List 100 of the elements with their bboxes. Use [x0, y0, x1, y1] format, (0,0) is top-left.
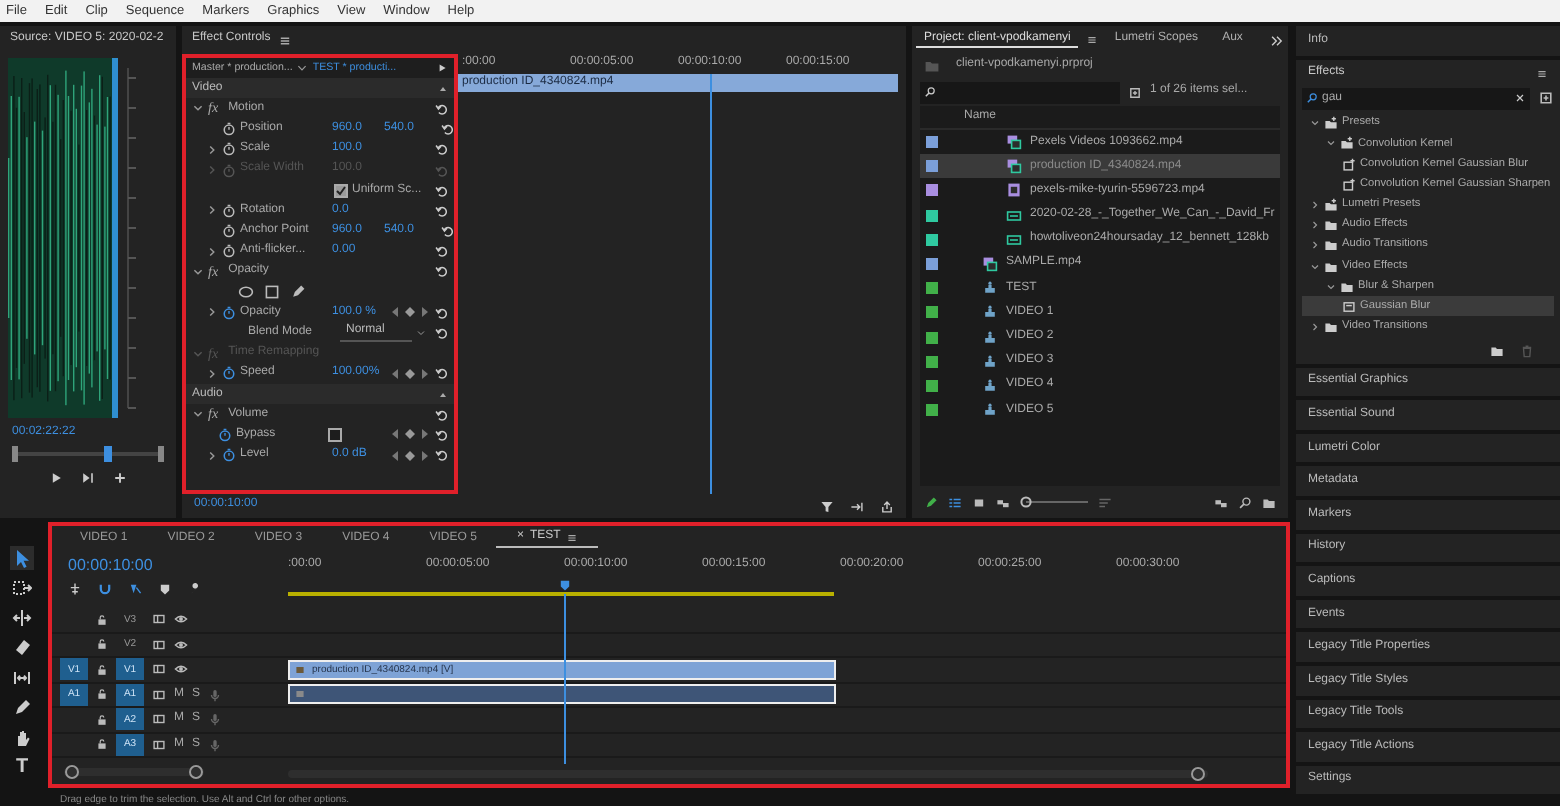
- chevron-icon[interactable]: [192, 102, 204, 115]
- track-select-tool[interactable]: [10, 576, 34, 600]
- stopwatch-icon[interactable]: [218, 427, 232, 442]
- selection-tool[interactable]: [10, 546, 34, 570]
- chevron-icon[interactable]: [1310, 199, 1320, 210]
- microphone-icon[interactable]: [208, 687, 223, 702]
- freeform-view-icon[interactable]: [996, 495, 1010, 509]
- sync-lock-icon[interactable]: [152, 712, 166, 727]
- stopwatch-icon[interactable]: [222, 224, 236, 239]
- lock-icon[interactable]: [96, 613, 108, 626]
- microphone-icon[interactable]: [208, 712, 223, 727]
- sync-lock-icon[interactable]: [152, 737, 166, 752]
- chevron-icon[interactable]: [1326, 281, 1336, 292]
- add-icon[interactable]: [112, 470, 128, 487]
- chevron-icon[interactable]: [206, 204, 218, 217]
- chevron-icon[interactable]: [1310, 322, 1320, 333]
- chevron-icon[interactable]: [1310, 261, 1320, 271]
- icon-view-icon[interactable]: [972, 495, 986, 509]
- menu-icon[interactable]: [566, 532, 579, 544]
- lock-icon[interactable]: [96, 638, 108, 651]
- new-bin-icon[interactable]: [1128, 85, 1142, 99]
- sync-lock-icon[interactable]: [152, 662, 166, 677]
- caret-icon[interactable]: [296, 62, 309, 75]
- keyframe-navigator-icon[interactable]: [390, 449, 430, 462]
- microphone-icon[interactable]: [208, 737, 223, 752]
- checkbox[interactable]: [334, 183, 348, 198]
- type-tool[interactable]: T: [10, 756, 34, 780]
- lock-icon[interactable]: [96, 713, 108, 726]
- new-bin-icon[interactable]: [1490, 343, 1504, 358]
- lock-icon[interactable]: [96, 663, 108, 676]
- play-icon[interactable]: [48, 470, 64, 487]
- ripple-tool[interactable]: [10, 606, 34, 630]
- eye-icon[interactable]: [174, 637, 188, 652]
- scroll-up-icon[interactable]: [438, 83, 448, 94]
- chevron-icon[interactable]: [206, 143, 218, 156]
- nest-icon[interactable]: [68, 581, 82, 595]
- keyframe-navigator-icon[interactable]: [390, 367, 430, 380]
- export-icon[interactable]: [880, 499, 894, 513]
- stopwatch-icon[interactable]: [222, 203, 236, 218]
- eye-icon[interactable]: [174, 612, 188, 627]
- scroll-up-icon[interactable]: [438, 389, 448, 400]
- chevron-icon[interactable]: [206, 449, 218, 462]
- new-preset-bin-icon[interactable]: [1538, 90, 1554, 107]
- checkbox[interactable]: [328, 427, 342, 442]
- ellipse-mask-icon[interactable]: [238, 284, 254, 301]
- chevron-icon[interactable]: [1310, 240, 1320, 251]
- play-icon[interactable]: [436, 62, 448, 75]
- menu-icon[interactable]: [1086, 34, 1099, 46]
- pen-mask-icon[interactable]: [290, 284, 306, 301]
- folder-icon: [1324, 320, 1338, 335]
- keyframe-navigator-icon[interactable]: [390, 428, 430, 441]
- caret-icon[interactable]: [416, 328, 426, 339]
- zoom-slider[interactable]: [1020, 496, 1088, 508]
- chevron-icon[interactable]: [206, 245, 218, 258]
- clear-search-icon[interactable]: [1514, 92, 1526, 105]
- chevron-icon[interactable]: [192, 265, 204, 278]
- stopwatch-icon[interactable]: [222, 448, 236, 463]
- scrub-bar[interactable]: [12, 446, 164, 463]
- snap-icon[interactable]: [98, 581, 112, 595]
- audio-clip[interactable]: [288, 684, 836, 705]
- header-scrollbar[interactable]: [64, 764, 204, 780]
- linked-selection-icon[interactable]: [128, 581, 142, 595]
- timecode[interactable]: 00:00:10:00: [52, 552, 288, 576]
- menu-icon[interactable]: [278, 33, 293, 47]
- keyframe-navigator-icon[interactable]: [390, 306, 430, 319]
- pen-tool[interactable]: [10, 696, 34, 720]
- step-forward-icon[interactable]: [80, 470, 96, 487]
- sync-lock-icon[interactable]: [152, 637, 166, 652]
- filter-icon[interactable]: [820, 499, 834, 513]
- list-view-icon[interactable]: [948, 495, 962, 509]
- sort-icon[interactable]: [1098, 495, 1112, 509]
- stopwatch-icon[interactable]: [222, 244, 236, 259]
- insert-icon[interactable]: [850, 499, 864, 513]
- chevron-icon[interactable]: [192, 408, 204, 421]
- more-panels-icon[interactable]: [1270, 33, 1284, 47]
- lock-icon[interactable]: [96, 738, 108, 751]
- razor-tool[interactable]: [10, 636, 34, 660]
- stopwatch-icon[interactable]: [222, 122, 236, 137]
- stopwatch-icon[interactable]: [222, 305, 236, 320]
- search-icon[interactable]: [1238, 495, 1252, 509]
- new-bin-icon[interactable]: [1262, 495, 1276, 509]
- chevron-icon[interactable]: [206, 306, 218, 319]
- chevron-icon[interactable]: [1326, 138, 1336, 149]
- slip-tool[interactable]: [10, 666, 34, 690]
- chevron-icon[interactable]: [206, 367, 218, 380]
- chevron-icon[interactable]: [1310, 118, 1320, 129]
- pencil-icon[interactable]: [924, 495, 938, 509]
- sequence-icon: [982, 402, 998, 419]
- sync-lock-icon[interactable]: [152, 612, 166, 627]
- chevron-icon[interactable]: [1310, 220, 1320, 231]
- stopwatch-icon[interactable]: [222, 142, 236, 157]
- lock-icon[interactable]: [96, 688, 108, 701]
- rectangle-mask-icon[interactable]: [264, 284, 280, 301]
- sync-lock-icon[interactable]: [152, 687, 166, 702]
- search-field[interactable]: [920, 81, 1120, 103]
- horizontal-scrollbar[interactable]: [288, 766, 1208, 782]
- eye-icon[interactable]: [174, 662, 188, 677]
- menu-icon[interactable]: [1536, 67, 1548, 80]
- stopwatch-icon[interactable]: [222, 366, 236, 381]
- marker-icon[interactable]: [158, 581, 172, 595]
